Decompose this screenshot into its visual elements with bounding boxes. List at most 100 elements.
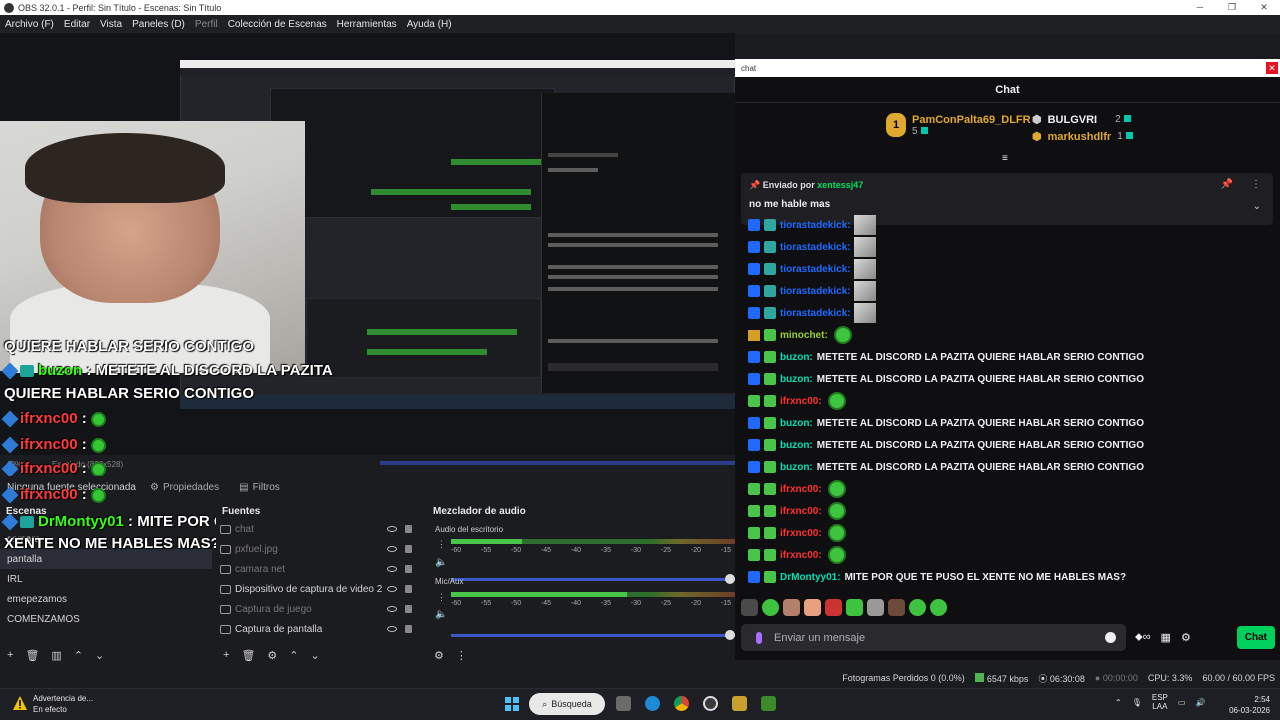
chat-message[interactable]: tiorastadekick:: [748, 281, 876, 301]
channel-menu-icon[interactable]: ⋮: [437, 592, 446, 603]
properties-button[interactable]: ⚙ Propiedades: [140, 482, 229, 493]
leader-name[interactable]: PamConPalta69_DLFR: [912, 114, 1031, 126]
chat-username[interactable]: ifrxnc00:: [780, 528, 822, 539]
mixer-menu-icon[interactable]: ⋮: [456, 649, 467, 662]
lock-icon[interactable]: [405, 565, 412, 573]
volume-icon[interactable]: 🔊: [1195, 698, 1205, 707]
menu-ayuda[interactable]: Ayuda (H): [407, 19, 452, 30]
chat-username[interactable]: buzon:: [780, 352, 813, 363]
windows-start-icon[interactable]: [505, 697, 519, 711]
gear-icon[interactable]: ⚙: [267, 649, 277, 662]
channel-points-icon[interactable]: ⬥∞: [1135, 631, 1151, 644]
chat-message[interactable]: DrMontyy01: MITE POR QUE TE PUSO EL XENTE…: [748, 567, 1126, 587]
menu-herramientas[interactable]: Herramientas: [337, 19, 397, 30]
menu-coleccion-escenas[interactable]: Colección de Escenas: [228, 19, 327, 30]
add-scene-icon[interactable]: +: [7, 649, 13, 661]
chat-message[interactable]: tiorastadekick:: [748, 259, 876, 279]
eye-icon[interactable]: [387, 586, 397, 592]
chat-message[interactable]: ifrxnc00:: [748, 545, 846, 565]
lock-icon[interactable]: [405, 605, 412, 613]
trash-icon[interactable]: 🗑: [241, 649, 255, 662]
chat-send-button[interactable]: Chat: [1236, 626, 1275, 649]
volume-slider-knob[interactable]: [725, 630, 735, 640]
taskbar-clock[interactable]: 2:54 06-03-2026: [1222, 694, 1270, 716]
edge-icon[interactable]: [645, 696, 660, 711]
channel-menu-icon[interactable]: ⋮: [437, 539, 446, 550]
chat-username[interactable]: ifrxnc00:: [780, 506, 822, 517]
menu-perfil[interactable]: Perfil: [195, 19, 218, 30]
chat-message[interactable]: ifrxnc00:: [748, 523, 846, 543]
source-item[interactable]: Dispositivo de captura de video 2: [216, 579, 420, 599]
chat-message[interactable]: tiorastadekick:: [748, 237, 876, 257]
add-source-icon[interactable]: +: [223, 649, 229, 661]
chat-username[interactable]: buzon:: [780, 440, 813, 451]
source-item[interactable]: Captura de juego: [216, 599, 420, 619]
trash-icon[interactable]: 🗑: [25, 649, 39, 662]
volume-slider-knob[interactable]: [725, 574, 735, 584]
lock-icon[interactable]: [405, 545, 412, 553]
move-down-icon[interactable]: ⌄: [311, 649, 320, 662]
chat-username[interactable]: buzon:: [780, 418, 813, 429]
menu-editar[interactable]: Editar: [64, 19, 90, 30]
taskbar-search[interactable]: ⌕ Búsqueda: [529, 693, 605, 715]
eye-hidden-icon[interactable]: [387, 606, 397, 612]
maximize-button[interactable]: ❐: [1216, 2, 1248, 13]
chat-input[interactable]: Enviar un mensaje: [741, 624, 1126, 651]
lock-icon[interactable]: [405, 625, 412, 633]
chat-message[interactable]: minochet:: [748, 325, 852, 345]
chat-username[interactable]: tiorastadekick:: [780, 220, 851, 231]
leader-name[interactable]: markushdlfr: [1048, 131, 1112, 143]
emote-icon[interactable]: [741, 598, 758, 616]
obs-taskbar-icon[interactable]: [703, 696, 718, 711]
chat-username[interactable]: tiorastadekick:: [780, 264, 851, 275]
chat-message[interactable]: buzon: METETE AL DISCORD LA PAZITA QUIERE…: [748, 457, 1144, 477]
filter-icon[interactable]: ▥: [51, 649, 61, 662]
network-icon[interactable]: ▭: [1178, 698, 1186, 707]
chat-username[interactable]: minochet:: [780, 330, 828, 341]
emote-icon[interactable]: [804, 598, 821, 616]
chat-message[interactable]: tiorastadekick:: [748, 215, 876, 235]
preview-scrollbar[interactable]: [380, 461, 735, 465]
lock-icon[interactable]: [405, 525, 412, 533]
eye-icon[interactable]: [387, 626, 397, 632]
emote-icon[interactable]: [909, 598, 926, 616]
chat-message[interactable]: ifrxnc00:: [748, 479, 846, 499]
emote-icon[interactable]: [846, 598, 863, 616]
eye-hidden-icon[interactable]: [387, 566, 397, 572]
chat-username[interactable]: ifrxnc00:: [780, 396, 822, 407]
chat-message[interactable]: buzon: METETE AL DISCORD LA PAZITA QUIERE…: [748, 413, 1144, 433]
chat-message[interactable]: buzon: METETE AL DISCORD LA PAZITA QUIERE…: [748, 369, 1144, 389]
chevron-up-icon[interactable]: ⌃: [1115, 698, 1122, 707]
task-view-icon[interactable]: [616, 696, 631, 711]
menu-archivo[interactable]: Archivo (F): [5, 19, 54, 30]
volume-slider[interactable]: [451, 574, 735, 584]
source-item[interactable]: chat: [216, 519, 420, 539]
emote-icon[interactable]: [867, 598, 884, 616]
speaker-icon[interactable]: 🔈: [435, 557, 447, 568]
leader-name[interactable]: BULGVRI: [1048, 114, 1098, 126]
scene-item-selected[interactable]: pantalla: [0, 549, 212, 569]
chat-username[interactable]: tiorastadekick:: [780, 308, 851, 319]
chevron-down-icon[interactable]: ⌄: [1253, 201, 1261, 212]
close-icon[interactable]: ✕: [1266, 62, 1278, 74]
chat-username[interactable]: tiorastadekick:: [780, 286, 851, 297]
move-up-icon[interactable]: ⌃: [74, 649, 83, 662]
eye-hidden-icon[interactable]: [387, 526, 397, 532]
advanced-audio-icon[interactable]: ⚙: [434, 649, 444, 662]
chat-message[interactable]: buzon: METETE AL DISCORD LA PAZITA QUIERE…: [748, 435, 1144, 455]
chat-message[interactable]: tiorastadekick:: [748, 303, 876, 323]
close-button[interactable]: ✕: [1248, 2, 1280, 13]
microphone-icon[interactable]: 🎙: [1132, 698, 1142, 707]
bits-icon[interactable]: [756, 631, 762, 644]
scene-item[interactable]: COMENZAMOS: [0, 609, 212, 629]
lock-icon[interactable]: [405, 585, 412, 593]
chat-username[interactable]: buzon:: [780, 462, 813, 473]
source-item[interactable]: camara net: [216, 559, 420, 579]
collapse-leaderboard-icon[interactable]: ≡: [1002, 153, 1008, 164]
minecraft-icon[interactable]: [761, 696, 776, 711]
more-options-icon[interactable]: ⋮: [1251, 179, 1261, 190]
emote-icon[interactable]: [888, 598, 905, 616]
chat-username[interactable]: DrMontyy01:: [780, 572, 841, 583]
emote-icon[interactable]: [762, 598, 779, 616]
chat-message[interactable]: buzon: METETE AL DISCORD LA PAZITA QUIERE…: [748, 347, 1144, 367]
